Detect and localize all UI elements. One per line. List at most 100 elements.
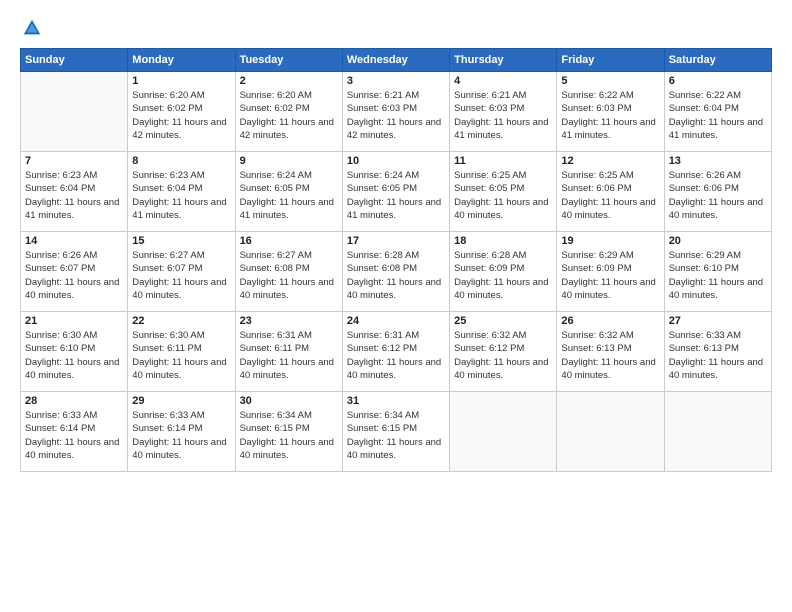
day-cell: 6 Sunrise: 6:22 AMSunset: 6:04 PMDaylight… [664, 72, 771, 152]
day-cell: 29Sunrise: 6:33 AMSunset: 6:14 PMDayligh… [128, 392, 235, 472]
day-cell: 21 Sunrise: 6:30 AMSunset: 6:10 PMDayligh… [21, 312, 128, 392]
week-row: 14 Sunrise: 6:26 AMSunset: 6:07 PMDayligh… [21, 232, 772, 312]
day-info: Sunrise: 6:30 AMSunset: 6:10 PMDaylight:… [25, 329, 123, 382]
day-number: 4 [454, 75, 552, 87]
day-info: Sunrise: 6:34 AMSunset: 6:15 PMDaylight:… [347, 409, 445, 462]
header-cell-tuesday: Tuesday [235, 49, 342, 72]
day-info: Sunrise: 6:33 AMSunset: 6:13 PMDaylight:… [669, 329, 767, 382]
day-cell [21, 72, 128, 152]
day-info: Sunrise: 6:31 AMSunset: 6:12 PMDaylight:… [347, 329, 445, 382]
day-number: 6 [669, 75, 767, 87]
day-info: Sunrise: 6:32 AMSunset: 6:12 PMDaylight:… [454, 329, 552, 382]
day-info: Sunrise: 6:20 AMSunset: 6:02 PMDaylight:… [240, 89, 338, 142]
day-cell: 18 Sunrise: 6:28 AMSunset: 6:09 PMDayligh… [450, 232, 557, 312]
day-number: 2 [240, 75, 338, 87]
day-number: 21 [25, 315, 123, 327]
day-info: Sunrise: 6:31 AMSunset: 6:11 PMDaylight:… [240, 329, 338, 382]
day-cell: 17Sunrise: 6:28 AMSunset: 6:08 PMDayligh… [342, 232, 449, 312]
day-cell [450, 392, 557, 472]
day-number: 16 [240, 235, 338, 247]
day-info: Sunrise: 6:20 AMSunset: 6:02 PMDaylight:… [132, 89, 230, 142]
day-number: 3 [347, 75, 445, 87]
header-cell-thursday: Thursday [450, 49, 557, 72]
day-info: Sunrise: 6:24 AMSunset: 6:05 PMDaylight:… [240, 169, 338, 222]
logo [20, 18, 42, 38]
day-number: 7 [25, 155, 123, 167]
day-info: Sunrise: 6:23 AMSunset: 6:04 PMDaylight:… [132, 169, 230, 222]
day-cell: 26 Sunrise: 6:32 AMSunset: 6:13 PMDayligh… [557, 312, 664, 392]
day-number: 5 [561, 75, 659, 87]
day-info: Sunrise: 6:22 AMSunset: 6:04 PMDaylight:… [669, 89, 767, 142]
day-number: 10 [347, 155, 445, 167]
day-number: 15 [132, 235, 230, 247]
day-number: 27 [669, 315, 767, 327]
header [20, 18, 772, 38]
day-cell: 19Sunrise: 6:29 AMSunset: 6:09 PMDayligh… [557, 232, 664, 312]
day-info: Sunrise: 6:28 AMSunset: 6:09 PMDaylight:… [454, 249, 552, 302]
day-number: 12 [561, 155, 659, 167]
day-number: 25 [454, 315, 552, 327]
day-info: Sunrise: 6:32 AMSunset: 6:13 PMDaylight:… [561, 329, 659, 382]
day-number: 18 [454, 235, 552, 247]
day-cell: 7 Sunrise: 6:23 AMSunset: 6:04 PMDaylight… [21, 152, 128, 232]
day-cell: 9 Sunrise: 6:24 AMSunset: 6:05 PMDaylight… [235, 152, 342, 232]
day-number: 11 [454, 155, 552, 167]
calendar-page: SundayMondayTuesdayWednesdayThursdayFrid… [0, 0, 792, 612]
day-info: Sunrise: 6:26 AMSunset: 6:07 PMDaylight:… [25, 249, 123, 302]
day-info: Sunrise: 6:27 AMSunset: 6:07 PMDaylight:… [132, 249, 230, 302]
day-cell: 27 Sunrise: 6:33 AMSunset: 6:13 PMDayligh… [664, 312, 771, 392]
day-number: 30 [240, 395, 338, 407]
day-cell: 2 Sunrise: 6:20 AMSunset: 6:02 PMDaylight… [235, 72, 342, 152]
day-number: 31 [347, 395, 445, 407]
day-cell: 11Sunrise: 6:25 AMSunset: 6:05 PMDayligh… [450, 152, 557, 232]
day-cell: 10 Sunrise: 6:24 AMSunset: 6:05 PMDayligh… [342, 152, 449, 232]
header-cell-wednesday: Wednesday [342, 49, 449, 72]
day-info: Sunrise: 6:29 AMSunset: 6:10 PMDaylight:… [669, 249, 767, 302]
day-info: Sunrise: 6:22 AMSunset: 6:03 PMDaylight:… [561, 89, 659, 142]
day-number: 9 [240, 155, 338, 167]
calendar-table: SundayMondayTuesdayWednesdayThursdayFrid… [20, 48, 772, 472]
day-number: 20 [669, 235, 767, 247]
day-info: Sunrise: 6:23 AMSunset: 6:04 PMDaylight:… [25, 169, 123, 222]
day-number: 8 [132, 155, 230, 167]
day-cell: 3 Sunrise: 6:21 AMSunset: 6:03 PMDaylight… [342, 72, 449, 152]
day-number: 1 [132, 75, 230, 87]
day-cell: 24 Sunrise: 6:31 AMSunset: 6:12 PMDayligh… [342, 312, 449, 392]
day-cell [557, 392, 664, 472]
day-cell: 8 Sunrise: 6:23 AMSunset: 6:04 PMDaylight… [128, 152, 235, 232]
logo-icon [22, 18, 42, 38]
day-cell: 23Sunrise: 6:31 AMSunset: 6:11 PMDayligh… [235, 312, 342, 392]
day-info: Sunrise: 6:25 AMSunset: 6:06 PMDaylight:… [561, 169, 659, 222]
day-number: 29 [132, 395, 230, 407]
day-info: Sunrise: 6:34 AMSunset: 6:15 PMDaylight:… [240, 409, 338, 462]
day-number: 19 [561, 235, 659, 247]
day-info: Sunrise: 6:24 AMSunset: 6:05 PMDaylight:… [347, 169, 445, 222]
day-cell: 22Sunrise: 6:30 AMSunset: 6:11 PMDayligh… [128, 312, 235, 392]
day-info: Sunrise: 6:27 AMSunset: 6:08 PMDaylight:… [240, 249, 338, 302]
day-number: 28 [25, 395, 123, 407]
day-number: 26 [561, 315, 659, 327]
day-cell: 12 Sunrise: 6:25 AMSunset: 6:06 PMDayligh… [557, 152, 664, 232]
week-row: 1 Sunrise: 6:20 AMSunset: 6:02 PMDaylight… [21, 72, 772, 152]
day-number: 14 [25, 235, 123, 247]
day-number: 13 [669, 155, 767, 167]
header-cell-friday: Friday [557, 49, 664, 72]
day-info: Sunrise: 6:21 AMSunset: 6:03 PMDaylight:… [347, 89, 445, 142]
day-cell: 15 Sunrise: 6:27 AMSunset: 6:07 PMDayligh… [128, 232, 235, 312]
day-number: 24 [347, 315, 445, 327]
day-cell: 25 Sunrise: 6:32 AMSunset: 6:12 PMDayligh… [450, 312, 557, 392]
day-cell: 20 Sunrise: 6:29 AMSunset: 6:10 PMDayligh… [664, 232, 771, 312]
day-number: 22 [132, 315, 230, 327]
day-cell: 28 Sunrise: 6:33 AMSunset: 6:14 PMDayligh… [21, 392, 128, 472]
day-number: 17 [347, 235, 445, 247]
header-cell-saturday: Saturday [664, 49, 771, 72]
week-row: 21 Sunrise: 6:30 AMSunset: 6:10 PMDayligh… [21, 312, 772, 392]
header-row: SundayMondayTuesdayWednesdayThursdayFrid… [21, 49, 772, 72]
header-cell-monday: Monday [128, 49, 235, 72]
day-info: Sunrise: 6:33 AMSunset: 6:14 PMDaylight:… [25, 409, 123, 462]
header-cell-sunday: Sunday [21, 49, 128, 72]
day-info: Sunrise: 6:21 AMSunset: 6:03 PMDaylight:… [454, 89, 552, 142]
day-cell [664, 392, 771, 472]
day-cell: 31 Sunrise: 6:34 AMSunset: 6:15 PMDayligh… [342, 392, 449, 472]
day-info: Sunrise: 6:26 AMSunset: 6:06 PMDaylight:… [669, 169, 767, 222]
